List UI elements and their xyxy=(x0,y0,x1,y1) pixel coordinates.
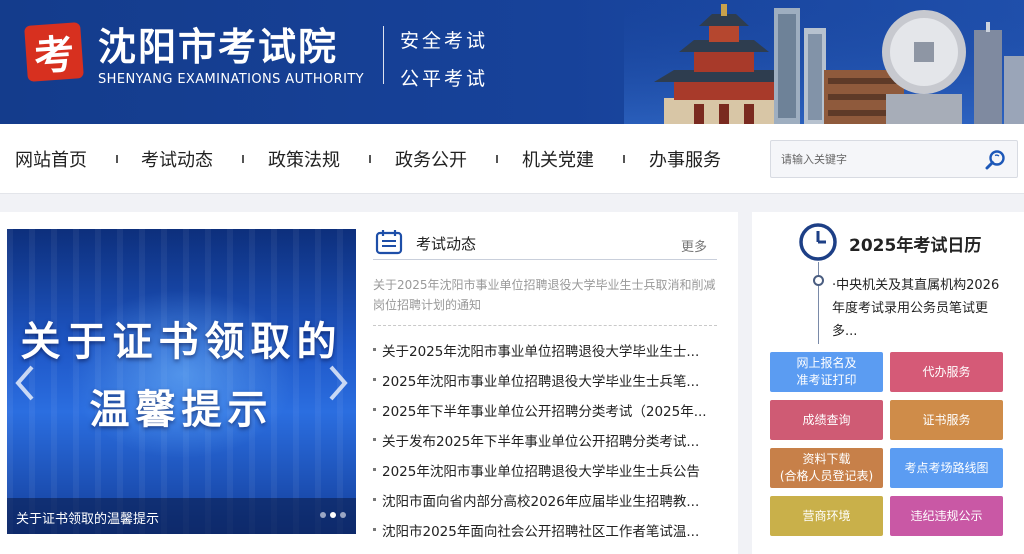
banner-carousel[interactable]: 关于证书领取的 温馨提示 关于证书领取的温馨提示 xyxy=(7,229,356,534)
service-downloads[interactable]: 资料下载 (合格人员登记表) xyxy=(770,448,883,488)
nav-separator xyxy=(496,155,498,163)
news-item[interactable]: 2025年沈阳市事业单位招聘退役大学毕业生士兵笔... xyxy=(373,370,717,390)
service-online-registration[interactable]: 网上报名及 准考证打印 xyxy=(770,352,883,392)
calendar-entry[interactable]: ·中央机关及其直属机构2026年度考试录用公务员笔试更多... xyxy=(832,274,1012,343)
carousel-prev-icon[interactable] xyxy=(13,363,37,403)
nav-services[interactable]: 办事服务 xyxy=(649,146,721,172)
slogan-safe: 安全考试 xyxy=(400,30,489,52)
service-label: 网上报名及 准考证打印 xyxy=(796,356,857,387)
nav-separator xyxy=(369,155,371,163)
calendar-title: 2025年考试日历 xyxy=(849,236,982,256)
banner-caption[interactable]: 关于证书领取的温馨提示 xyxy=(16,508,159,527)
site-title[interactable]: 沈阳市考试院 xyxy=(98,16,338,71)
banner-caption-bar: 关于证书领取的温馨提示 xyxy=(7,498,356,534)
service-business-environment[interactable]: 营商环境 xyxy=(770,496,883,536)
service-route-map[interactable]: 考点考场路线图 xyxy=(890,448,1003,488)
service-label: 资料下载 (合格人员登记表) xyxy=(779,452,874,483)
site-header: 考 沈阳市考试院 SHENYANG EXAMINATIONS AUTHORITY… xyxy=(0,0,1024,124)
timeline-node-icon xyxy=(813,275,824,286)
news-section-title: 考试动态 xyxy=(416,235,477,253)
service-label: 成绩查询 xyxy=(802,412,851,427)
nav-exam-news[interactable]: 考试动态 xyxy=(141,146,213,172)
service-label: 考点考场路线图 xyxy=(904,460,989,475)
nav-separator xyxy=(116,155,118,163)
clock-icon xyxy=(799,223,837,261)
service-label: 违纪违规公示 xyxy=(910,508,983,523)
header-divider xyxy=(383,26,384,84)
carousel-dot-2[interactable] xyxy=(330,512,336,518)
news-featured-item[interactable]: 关于2025年沈阳市事业单位招聘退役大学毕业生士兵取消和削减岗位招聘计划的通知 xyxy=(373,275,717,315)
news-item[interactable]: 2025年沈阳市事业单位招聘退役大学毕业生士兵公告 xyxy=(373,460,717,480)
service-agency[interactable]: 代办服务 xyxy=(890,352,1003,392)
nav-party-building[interactable]: 机关党建 xyxy=(522,146,594,172)
news-item[interactable]: 沈阳市2025年面向社会公开招聘社区工作者笔试温... xyxy=(373,520,717,540)
nav-separator xyxy=(242,155,244,163)
slogan-fair: 公平考试 xyxy=(400,68,489,90)
service-certificate[interactable]: 证书服务 xyxy=(890,400,1003,440)
service-label: 证书服务 xyxy=(922,412,971,427)
news-item[interactable]: 2025年下半年事业单位公开招聘分类考试（2025年... xyxy=(373,400,717,420)
carousel-dot-1[interactable] xyxy=(320,512,326,518)
nav-home[interactable]: 网站首页 xyxy=(15,146,87,172)
news-list-icon xyxy=(375,230,403,255)
banner-headline-2: 温馨提示 xyxy=(89,387,274,433)
search-icon[interactable] xyxy=(985,149,1007,171)
city-skyline-image xyxy=(624,0,1024,124)
news-divider xyxy=(373,325,717,326)
service-violation-notice[interactable]: 违纪违规公示 xyxy=(890,496,1003,536)
search-box xyxy=(770,140,1018,178)
nav-policies[interactable]: 政策法规 xyxy=(268,146,340,172)
news-more-link[interactable]: 更多 xyxy=(681,236,707,255)
news-item[interactable]: 关于发布2025年下半年事业单位公开招聘分类考试... xyxy=(373,430,717,450)
nav-separator xyxy=(623,155,625,163)
search-input[interactable] xyxy=(781,149,981,169)
news-header: 考试动态 更多 xyxy=(373,228,717,260)
service-score-query[interactable]: 成绩查询 xyxy=(770,400,883,440)
service-label: 代办服务 xyxy=(922,364,971,379)
carousel-dots xyxy=(320,512,346,518)
news-item[interactable]: 关于2025年沈阳市事业单位招聘退役大学毕业生士... xyxy=(373,340,717,360)
nav-gov-affairs[interactable]: 政务公开 xyxy=(395,146,467,172)
site-subtitle: SHENYANG EXAMINATIONS AUTHORITY xyxy=(98,72,365,87)
news-item[interactable]: 沈阳市面向省内部分高校2026年应届毕业生招聘教... xyxy=(373,490,717,510)
logo-seal-icon[interactable]: 考 xyxy=(24,22,84,82)
service-label: 营商环境 xyxy=(802,508,851,523)
banner-headline-1: 关于证书领取的 xyxy=(20,319,343,365)
carousel-dot-3[interactable] xyxy=(340,512,346,518)
carousel-next-icon[interactable] xyxy=(326,363,350,403)
